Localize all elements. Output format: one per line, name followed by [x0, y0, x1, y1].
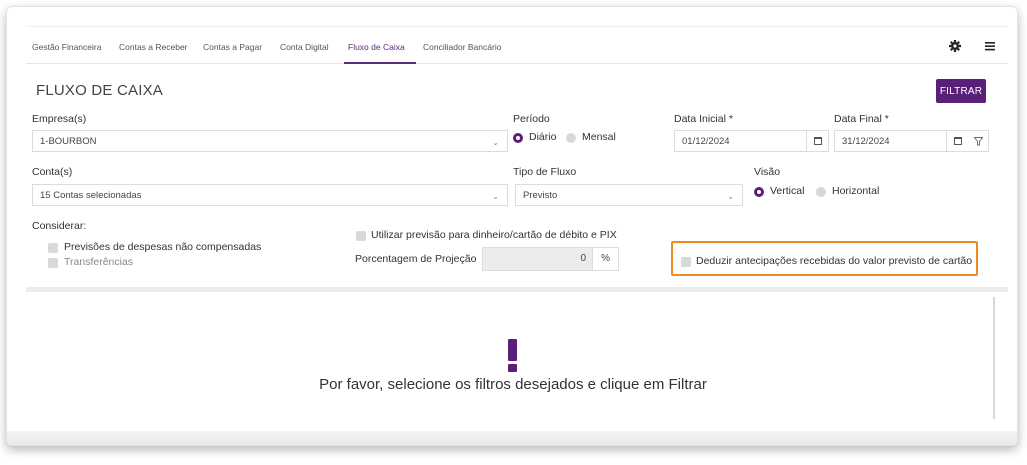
chevron-down-icon: ⌄	[492, 138, 499, 147]
top-nav: Gestão Financeira Contas a Receber Conta…	[26, 26, 1008, 64]
tab-conta-digital[interactable]: Conta Digital	[280, 42, 329, 52]
tipo-fluxo-label: Tipo de Fluxo	[513, 166, 577, 178]
frame-bottom	[7, 431, 1017, 445]
periodo-label: Período	[513, 113, 550, 125]
tab-contas-a-pagar[interactable]: Contas a Pagar	[203, 42, 262, 52]
empty-state-message: Por favor, selecione os filtros desejado…	[319, 376, 707, 393]
empresa-label: Empresa(s)	[32, 113, 87, 125]
funnel-icon[interactable]	[974, 137, 983, 146]
tab-conciliador-bancario[interactable]: Conciliador Bancário	[423, 42, 501, 52]
periodo-mensal-label: Mensal	[582, 131, 616, 143]
active-tab-indicator	[344, 62, 416, 64]
visao-horizontal-radio[interactable]	[816, 187, 826, 197]
data-inicial-value: 01/12/2024	[682, 136, 730, 147]
filtrar-button[interactable]: FILTRAR	[936, 79, 986, 103]
scroll-track[interactable]	[993, 297, 995, 419]
conta-value: 15 Contas selecionadas	[40, 190, 142, 201]
visao-vertical-label: Vertical	[770, 185, 805, 197]
gear-icon[interactable]	[948, 39, 962, 53]
visao-horizontal-label: Horizontal	[832, 185, 880, 197]
considerar-label: Considerar:	[32, 220, 87, 232]
transferencias-label: Transferências	[64, 256, 134, 268]
data-inicial-input[interactable]: 01/12/2024	[674, 130, 829, 152]
conta-select[interactable]: 15 Contas selecionadas ⌄	[32, 184, 508, 206]
divider	[592, 248, 593, 270]
data-final-value: 31/12/2024	[842, 136, 890, 147]
tab-contas-a-receber[interactable]: Contas a Receber	[119, 42, 188, 52]
periodo-mensal-radio[interactable]	[566, 133, 576, 143]
percent-symbol: %	[601, 253, 610, 264]
app-window: Gestão Financeira Contas a Receber Conta…	[6, 6, 1018, 446]
tipo-fluxo-select[interactable]: Previsto ⌄	[515, 184, 743, 206]
empresa-select[interactable]: 1-BOURBON ⌄	[32, 130, 508, 152]
calendar-icon[interactable]	[806, 131, 828, 151]
menu-icon[interactable]	[983, 39, 997, 53]
data-inicial-label: Data Inicial *	[674, 113, 733, 125]
porcentagem-input-fill	[483, 248, 592, 270]
conta-label: Conta(s)	[32, 166, 73, 178]
tab-gestao-financeira[interactable]: Gestão Financeira	[32, 42, 101, 52]
deduzir-antecipacoes-label: Deduzir antecipações recebidas do valor …	[696, 255, 973, 267]
porcentagem-label: Porcentagem de Projeção	[355, 253, 477, 265]
empresa-value: 1-BOURBON	[40, 136, 97, 147]
tipo-fluxo-value: Previsto	[523, 190, 558, 201]
previsoes-despesas-checkbox[interactable]	[48, 243, 58, 253]
visao-label: Visão	[754, 166, 781, 178]
utilizar-previsao-checkbox[interactable]	[356, 231, 366, 241]
transferencias-checkbox[interactable]	[48, 258, 58, 268]
visao-vertical-radio[interactable]	[754, 187, 764, 197]
tab-fluxo-de-caixa[interactable]: Fluxo de Caixa	[348, 42, 405, 52]
utilizar-previsao-label: Utilizar previsão para dinheiro/cartão d…	[371, 229, 617, 241]
periodo-diario-radio[interactable]	[513, 133, 523, 143]
porcentagem-input[interactable]: 0 %	[482, 247, 619, 271]
data-final-label: Data Final *	[834, 113, 889, 125]
filter-panel: FLUXO DE CAIXA FILTRAR Empresa(s) 1-BOUR…	[26, 69, 1008, 292]
exclamation-icon	[508, 339, 517, 372]
page-title: FLUXO DE CAIXA	[36, 82, 163, 99]
chevron-down-icon: ⌄	[492, 192, 499, 201]
periodo-diario-label: Diário	[529, 131, 557, 143]
data-final-input[interactable]: 31/12/2024	[834, 130, 989, 152]
deduzir-antecipacoes-checkbox[interactable]	[681, 257, 691, 267]
calendar-icon[interactable]	[946, 131, 968, 151]
chevron-down-icon: ⌄	[727, 192, 734, 201]
previsoes-despesas-label: Previsões de despesas não compensadas	[64, 241, 262, 253]
porcentagem-value: 0	[580, 253, 586, 264]
